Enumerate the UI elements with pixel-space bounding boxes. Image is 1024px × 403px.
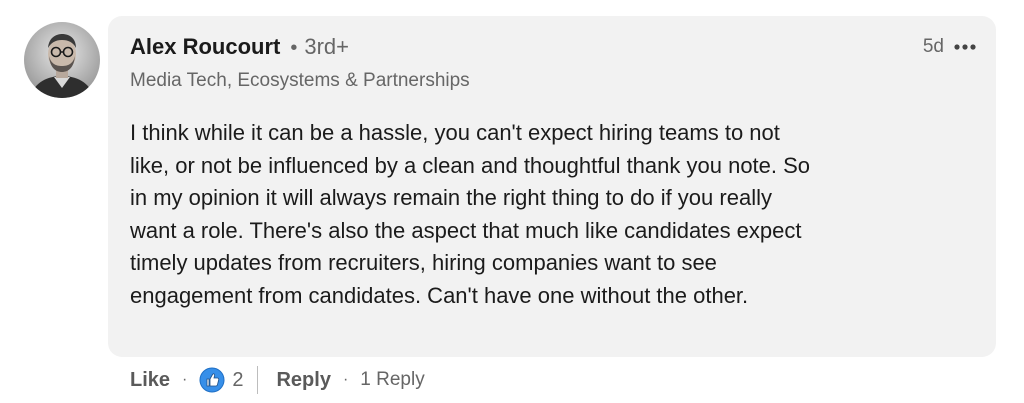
- comment-actions: Like · 2 Reply · 1 Reply: [130, 364, 425, 396]
- comment-meta: 5d: [923, 36, 978, 58]
- degree-separator: •: [290, 37, 298, 59]
- replies-count-link[interactable]: 1 Reply: [360, 369, 424, 391]
- connection-degree: 3rd+: [304, 34, 350, 59]
- thumbs-up-icon[interactable]: [199, 367, 225, 393]
- comment-line: in my opinion it will always remain the …: [130, 185, 772, 210]
- author-name[interactable]: Alex Roucourt: [130, 34, 280, 60]
- author-avatar[interactable]: [24, 22, 100, 98]
- timestamp: 5d: [922, 36, 944, 57]
- author-row: Alex Roucourt • 3rd+: [130, 34, 349, 66]
- action-separator: ·: [182, 371, 188, 388]
- comment-line: engagement from candidates. Can't have o…: [130, 282, 749, 308]
- comment-line: timely updates from recruiters, hiring c…: [130, 250, 717, 275]
- comment-text: I think while it can be a hassle, you ca…: [130, 117, 980, 312]
- ellipsis-icon[interactable]: [952, 37, 978, 57]
- comment-line: like, or not be influenced by a clean an…: [130, 152, 811, 178]
- comment-line: I think while it can be a hassle, you ca…: [130, 120, 780, 145]
- reply-button[interactable]: Reply: [276, 369, 330, 392]
- comment-bubble: Alex Roucourt • 3rd+ Media Tech, Ecosyst…: [108, 16, 996, 357]
- reaction-count[interactable]: 2: [232, 369, 243, 392]
- action-divider: [257, 366, 259, 394]
- comment-line: want a role. There's also the aspect tha…: [130, 217, 802, 243]
- avatar-photo: [24, 22, 100, 98]
- author-headline: Media Tech, Ecosystems & Partnerships: [130, 70, 470, 91]
- like-button[interactable]: Like: [130, 369, 170, 392]
- action-separator: ·: [342, 371, 349, 388]
- comment: Alex Roucourt • 3rd+ Media Tech, Ecosyst…: [0, 0, 1024, 403]
